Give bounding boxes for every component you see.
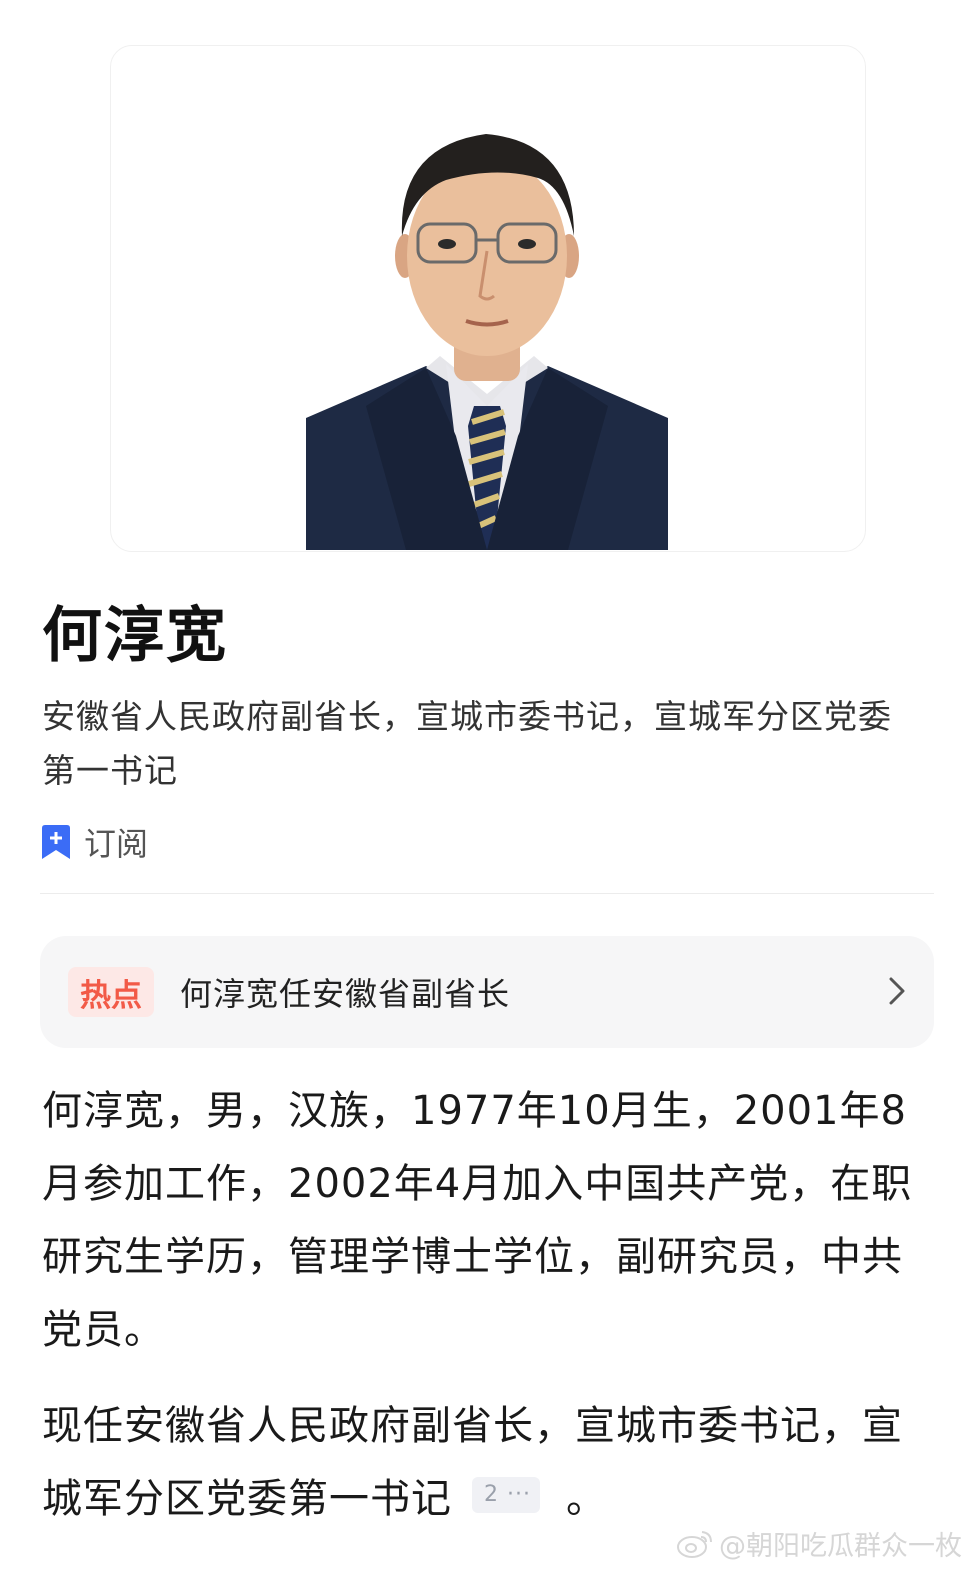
- bio-paragraph-2: 现任安徽省人民政府副省长，宣城市委书记，宣城军分区党委第一书记 2 ···。: [42, 1390, 942, 1536]
- portrait-card[interactable]: [110, 45, 866, 552]
- hot-news-card[interactable]: 热点 何淳宽任安徽省副省长: [40, 936, 934, 1048]
- subscribe-button[interactable]: 订阅: [42, 822, 149, 863]
- hot-badge: 热点: [68, 967, 154, 1017]
- profile-name: 何淳宽: [42, 601, 228, 671]
- watermark-text: @朝阳吃瓜群众一枚: [719, 1531, 962, 1562]
- citation-badge[interactable]: 2 ···: [472, 1477, 540, 1513]
- profile-subtitle: 安徽省人民政府副省长，宣城市委书记，宣城军分区党委第一书记: [42, 697, 892, 790]
- bookmark-plus-icon: [42, 825, 70, 859]
- subscribe-label: 订阅: [84, 825, 149, 863]
- portrait-photo: [306, 134, 668, 550]
- bio-paragraph-1: 何淳宽，男，汉族，1977年10月生，2001年8月参加工作，2002年4月加入…: [42, 1088, 913, 1353]
- weibo-icon: [677, 1530, 712, 1558]
- hot-news-title: 何淳宽任安徽省副省长: [180, 975, 511, 1013]
- chevron-right-icon: [889, 977, 905, 1005]
- watermark: @朝阳吃瓜群众一枚: [677, 1524, 962, 1563]
- divider: [40, 893, 934, 894]
- bio-paragraph-2-end: 。: [566, 1476, 607, 1522]
